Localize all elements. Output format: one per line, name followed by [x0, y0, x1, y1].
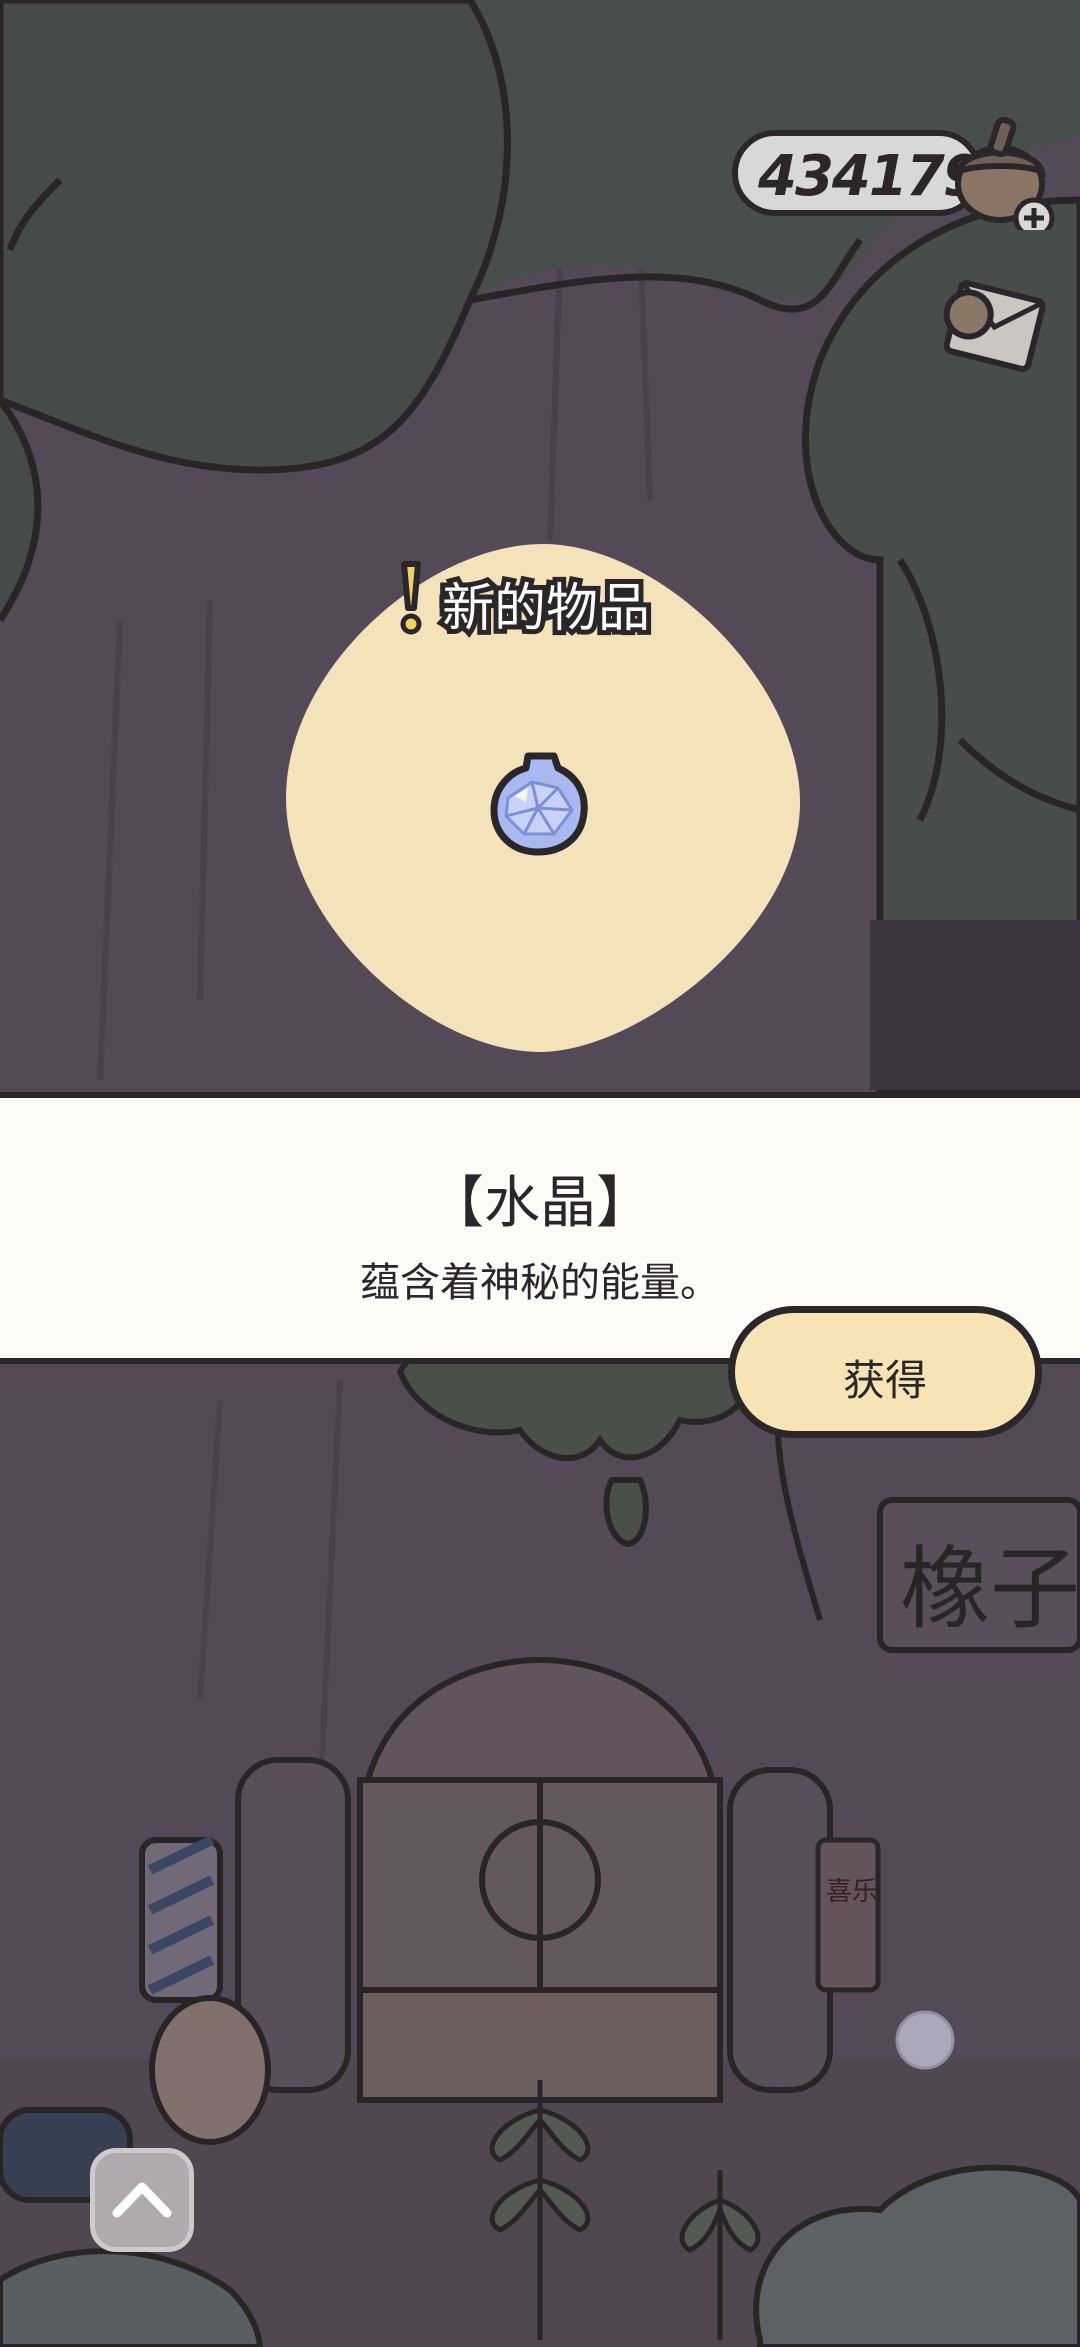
- item-title: 【水晶】: [428, 1171, 652, 1236]
- chevron-up-icon: [112, 2182, 172, 2218]
- crystal-icon: [490, 752, 588, 856]
- new-item-label: 新的物品: [390, 560, 710, 644]
- obtain-button[interactable]: 获得: [728, 1306, 1042, 1438]
- new-item-text: 新的物品: [437, 574, 655, 644]
- letter-icon[interactable]: [930, 268, 1050, 388]
- item-description: 蕴含着神秘的能量。: [360, 1260, 720, 1306]
- exclamation-icon: [400, 561, 422, 635]
- game-screen: 橡子 喜乐 434179 新的物品 【水晶】 蕴含着神秘的能量。 获得: [0, 0, 1080, 2347]
- obtain-button-label: 获得: [842, 1356, 927, 1405]
- acorn-icon[interactable]: [938, 110, 1058, 230]
- expand-up-button[interactable]: [90, 2148, 194, 2252]
